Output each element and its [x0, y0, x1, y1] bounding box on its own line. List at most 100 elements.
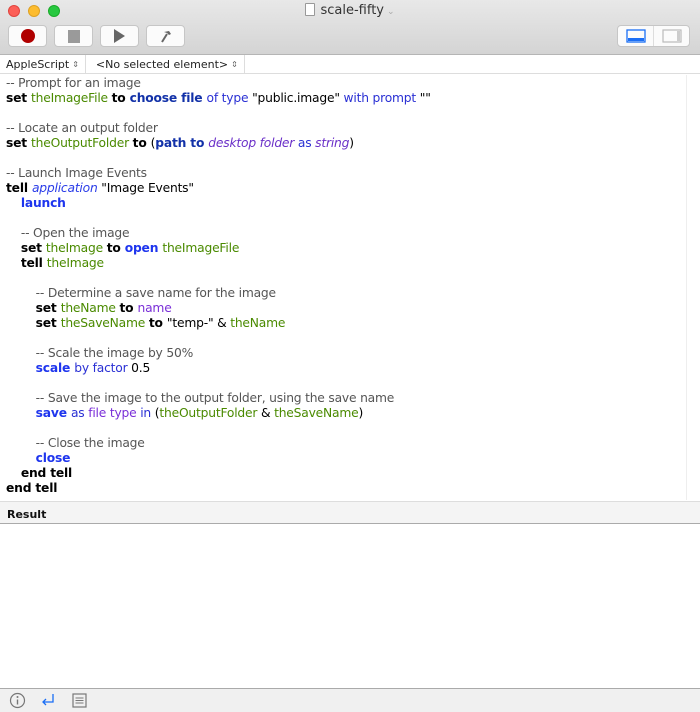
code-line: end tell — [6, 481, 686, 496]
code-line: launch — [6, 196, 686, 211]
play-icon — [114, 29, 125, 43]
code-token-kw: to — [132, 136, 151, 150]
element-popup[interactable]: <No selected element> ⇕ — [86, 54, 245, 74]
code-token-op — [6, 391, 36, 405]
code-token-prm: by factor — [74, 361, 132, 375]
code-token-cmdb: save — [35, 406, 71, 420]
code-token-kw: to — [106, 241, 125, 255]
document-icon — [305, 3, 316, 16]
result-label: Result — [7, 508, 47, 521]
result-pane[interactable] — [0, 524, 700, 688]
code-token-var: theName — [230, 316, 286, 330]
code-token-var: theImageFile — [162, 241, 240, 255]
code-line: set theImageFile to choose file of type … — [6, 91, 686, 106]
code-token-cm: -- Prompt for an image — [6, 76, 141, 90]
code-token-var: theName — [60, 301, 120, 315]
show-side-pane-button[interactable] — [653, 26, 689, 46]
code-token-kw: tell — [20, 256, 47, 270]
stop-icon — [67, 29, 80, 43]
record-button[interactable] — [8, 25, 47, 47]
code-token-kw: set — [35, 301, 61, 315]
return-arrow-icon[interactable] — [40, 692, 57, 709]
code-token-var: theOutputFolder — [159, 406, 261, 420]
code-line: save as file type in (theOutputFolder & … — [6, 406, 686, 421]
code-token-prm: as — [70, 406, 89, 420]
run-button[interactable] — [100, 25, 139, 47]
language-popup[interactable]: AppleScript ⇕ — [0, 54, 86, 74]
code-token-op: & — [217, 316, 231, 330]
code-token-kw: end tell — [6, 481, 58, 495]
code-token-op — [6, 346, 36, 360]
language-label: AppleScript — [6, 57, 70, 71]
code-token-var: theSaveName — [274, 406, 359, 420]
code-token-op: ) — [349, 136, 354, 150]
code-token-cm: -- Launch Image Events — [6, 166, 147, 180]
navigation-bar: AppleScript ⇕ <No selected element> ⇕ — [0, 54, 700, 74]
code-token-str: "" — [419, 91, 431, 105]
code-token-str: "temp-" — [166, 316, 218, 330]
script-editor[interactable]: -- Prompt for an image set theImageFile t… — [6, 76, 686, 498]
bottom-pane-icon — [625, 29, 646, 43]
code-token-op — [6, 316, 36, 330]
code-line: -- Save the image to the output folder, … — [6, 391, 686, 406]
code-token-cmdb: close — [35, 451, 71, 465]
code-token-cm: -- Open the image — [20, 226, 130, 240]
code-token-prm: of type — [206, 91, 253, 105]
result-tab[interactable]: Result — [0, 501, 700, 524]
code-token-prm: with prompt — [343, 91, 420, 105]
code-token-op — [6, 226, 21, 240]
bottom-bar — [0, 688, 700, 712]
code-token-var: theImage — [46, 256, 104, 270]
code-token-prop: name — [137, 301, 172, 315]
code-line: -- Prompt for an image — [6, 76, 686, 91]
record-icon — [20, 29, 35, 43]
code-token-cmdb: launch — [20, 196, 66, 210]
list-icon[interactable] — [71, 692, 88, 709]
code-token-prop: file type — [88, 406, 141, 420]
code-token-cmdb: scale — [35, 361, 75, 375]
code-token-op — [6, 301, 36, 315]
chevron-down-icon: ⌄ — [386, 7, 395, 17]
code-token-op — [6, 241, 21, 255]
show-bottom-pane-button[interactable] — [618, 26, 653, 46]
code-line: -- Scale the image by 50% — [6, 346, 686, 361]
code-token-cmdb: open — [124, 241, 163, 255]
code-token-cm: -- Locate an output folder — [6, 121, 158, 135]
code-line: -- Close the image — [6, 436, 686, 451]
code-token-cm: -- Scale the image by 50% — [35, 346, 194, 360]
code-token-cm: -- Determine a save name for the image — [35, 286, 276, 300]
element-label: <No selected element> — [95, 57, 229, 71]
window-toolbar: scale-fifty ⌄ — [0, 0, 700, 55]
stop-button[interactable] — [54, 25, 93, 47]
code-token-op — [6, 286, 36, 300]
window-title[interactable]: scale-fifty ⌄ — [0, 3, 700, 18]
editor-scrollbar[interactable] — [686, 75, 700, 500]
code-token-op: & — [260, 406, 275, 420]
code-token-kw: end tell — [20, 466, 73, 480]
code-line: scale by factor 0.5 — [6, 361, 686, 376]
code-token-kw: to — [119, 301, 138, 315]
code-line: set theImage to open theImageFile — [6, 241, 686, 256]
code-token-str: 0.5 — [131, 361, 151, 375]
code-token-str: "Image Events" — [101, 181, 194, 195]
code-token-propi: desktop folder — [208, 136, 298, 150]
updown-chevron-icon: ⇕ — [231, 59, 238, 69]
info-icon[interactable] — [9, 692, 26, 709]
code-token-propi: string — [315, 136, 350, 150]
window-title-text: scale-fifty — [320, 3, 384, 18]
code-token-var: theImageFile — [31, 91, 112, 105]
code-token-op — [6, 196, 21, 210]
code-line: end tell — [6, 466, 686, 481]
code-token-kw: set — [6, 91, 32, 105]
compile-button[interactable] — [146, 25, 185, 47]
code-token-prm: as — [297, 136, 316, 150]
code-token-op — [6, 436, 36, 450]
code-token-kw: set — [20, 241, 46, 255]
code-token-kw: set — [35, 316, 61, 330]
